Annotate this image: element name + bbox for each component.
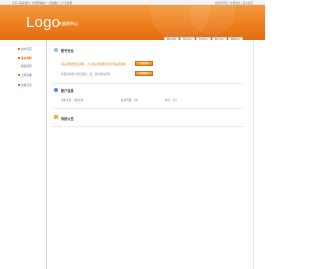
header: Logo 大会员中心 网站首页 站长中心 会员中心 推广中心 帮助中心 bbox=[0, 0, 265, 42]
divider bbox=[53, 108, 243, 109]
stat-homepage: 当前主页：0篇文章 bbox=[61, 98, 83, 102]
section-title-notice: 系统公告 bbox=[61, 117, 74, 121]
stat-visits: 总访问量：0次 bbox=[121, 98, 138, 102]
security-icon bbox=[54, 48, 58, 52]
stat-value: 0次 bbox=[133, 99, 139, 102]
sidebar-item-home[interactable]: 用户首页 bbox=[18, 47, 32, 51]
section-title-security: 账号安全 bbox=[61, 49, 74, 53]
bell-icon bbox=[54, 115, 58, 119]
section-title-stats: 账户信息 bbox=[61, 89, 74, 93]
sidebar-item-profile[interactable]: 基本资料 bbox=[18, 56, 32, 60]
divider bbox=[53, 126, 243, 127]
sidebar-item-label: 上传头像 bbox=[21, 74, 32, 77]
stat-label: 当前主页： bbox=[61, 99, 74, 102]
stat-value: 0分 bbox=[172, 99, 177, 102]
sidebar-item-label: 修改密码 bbox=[21, 65, 32, 68]
sidebar-item-label: 用户首页 bbox=[21, 48, 32, 51]
stat-value: 0篇文章 bbox=[73, 99, 84, 102]
logo[interactable]: Logo bbox=[26, 14, 60, 31]
main-content: 账号安全 请完善您的会员资料，为了保证您的账户安全请完善资料 完善资料 您目前的… bbox=[46, 40, 253, 269]
bullet-icon bbox=[18, 74, 20, 77]
logo-subtitle: 大会员中心 bbox=[58, 21, 78, 26]
sidebar-item-label: 基本资料 bbox=[21, 57, 32, 60]
stat-label: 总访问量： bbox=[121, 99, 134, 102]
stat-points: 积分：0分 bbox=[165, 98, 177, 102]
sidebar-item-avatar[interactable]: 上传头像 bbox=[18, 73, 32, 77]
complete-profile-button[interactable]: 完善资料 bbox=[135, 61, 153, 66]
bullet-icon bbox=[18, 48, 20, 51]
bullet-icon bbox=[18, 57, 20, 60]
bullet-icon bbox=[18, 84, 20, 87]
sidebar-item-password[interactable]: 修改密码 bbox=[21, 64, 32, 68]
info-icon bbox=[54, 88, 58, 92]
divider bbox=[53, 83, 243, 84]
sidebar-item-label: 兑换记录 bbox=[21, 84, 32, 87]
sidebar: 用户首页 基本资料 修改密码 上传头像 兑换记录 bbox=[12, 40, 42, 269]
stat-label: 积分： bbox=[165, 99, 173, 102]
profile-warning-text: 请完善您的会员资料，为了保证您的账户安全请完善资料 bbox=[61, 63, 126, 66]
change-password-button[interactable]: 修改密码 bbox=[135, 71, 153, 76]
sidebar-item-exchange[interactable]: 兑换记录 bbox=[18, 83, 32, 87]
password-strength-text: 您目前的账户密码强度：低，建议修改密码 bbox=[61, 73, 111, 76]
